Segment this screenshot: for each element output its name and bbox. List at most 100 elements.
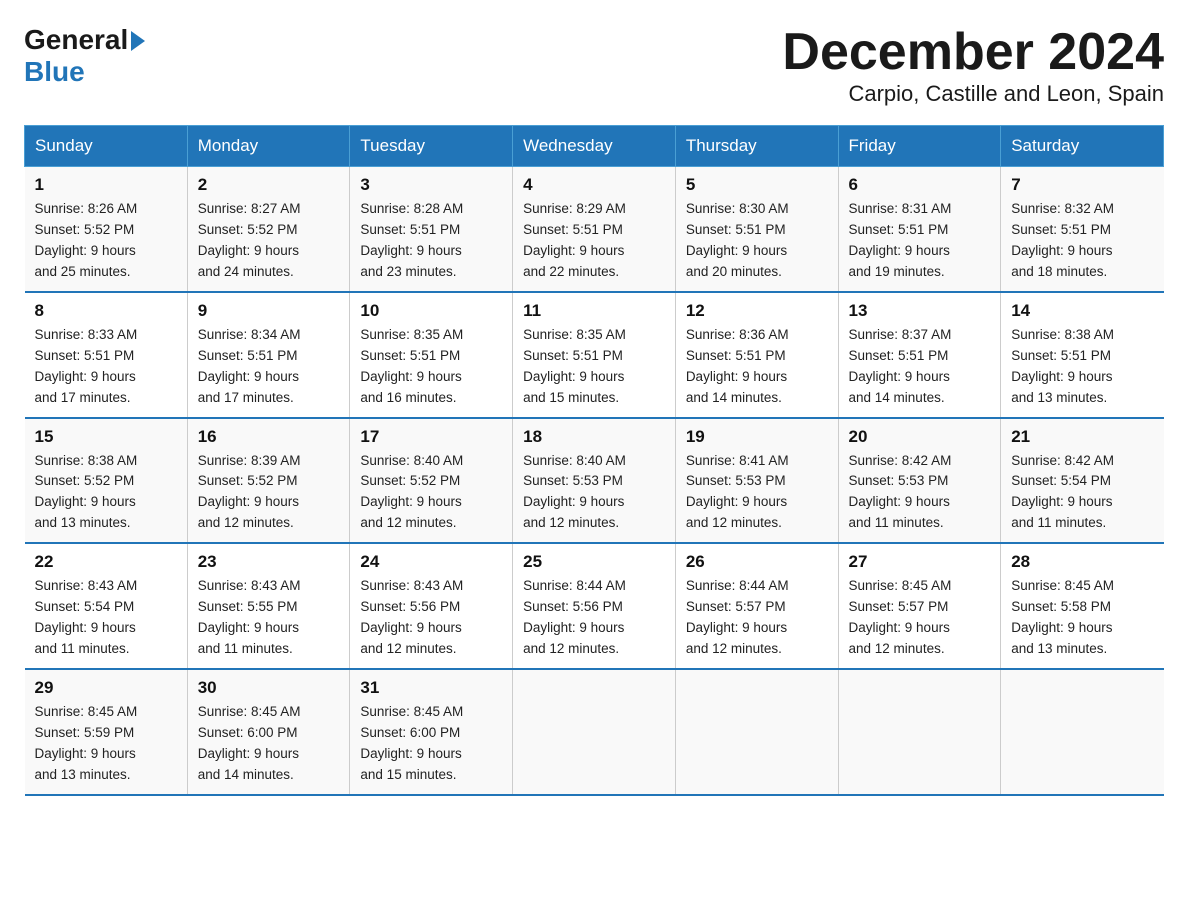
- calendar-day-cell: 12 Sunrise: 8:36 AMSunset: 5:51 PMDayligh…: [675, 292, 838, 418]
- calendar-day-cell: 7 Sunrise: 8:32 AMSunset: 5:51 PMDaylight…: [1001, 167, 1164, 292]
- day-number: 20: [849, 427, 991, 447]
- calendar-day-cell: 27 Sunrise: 8:45 AMSunset: 5:57 PMDayligh…: [838, 543, 1001, 669]
- day-info: Sunrise: 8:40 AMSunset: 5:52 PMDaylight:…: [360, 451, 502, 535]
- day-info: Sunrise: 8:37 AMSunset: 5:51 PMDaylight:…: [849, 325, 991, 409]
- calendar-day-cell: 2Sunrise: 8:27 AMSunset: 5:52 PMDaylight…: [187, 167, 350, 292]
- day-info: Sunrise: 8:41 AMSunset: 5:53 PMDaylight:…: [686, 451, 828, 535]
- calendar-day-cell: 10 Sunrise: 8:35 AMSunset: 5:51 PMDayligh…: [350, 292, 513, 418]
- calendar-header-row: SundayMondayTuesdayWednesdayThursdayFrid…: [25, 126, 1164, 167]
- calendar-week-row: 29Sunrise: 8:45 AMSunset: 5:59 PMDayligh…: [25, 669, 1164, 795]
- calendar-day-cell: [1001, 669, 1164, 795]
- calendar-day-cell: 14 Sunrise: 8:38 AMSunset: 5:51 PMDayligh…: [1001, 292, 1164, 418]
- page-header: General Blue December 2024 Carpio, Casti…: [24, 24, 1164, 107]
- day-info: Sunrise: 8:42 AMSunset: 5:53 PMDaylight:…: [849, 451, 991, 535]
- day-number: 19: [686, 427, 828, 447]
- day-info: Sunrise: 8:36 AMSunset: 5:51 PMDaylight:…: [686, 325, 828, 409]
- calendar-week-row: 1 Sunrise: 8:26 AMSunset: 5:52 PMDaylight…: [25, 167, 1164, 292]
- day-number: 5: [686, 175, 828, 195]
- day-number: 23: [198, 552, 340, 572]
- calendar-day-cell: 21 Sunrise: 8:42 AMSunset: 5:54 PMDayligh…: [1001, 418, 1164, 544]
- day-info: Sunrise: 8:29 AMSunset: 5:51 PMDaylight:…: [523, 199, 665, 283]
- day-info: Sunrise: 8:34 AMSunset: 5:51 PMDaylight:…: [198, 325, 340, 409]
- page-subtitle: Carpio, Castille and Leon, Spain: [782, 81, 1164, 107]
- calendar-day-cell: 11 Sunrise: 8:35 AMSunset: 5:51 PMDayligh…: [513, 292, 676, 418]
- weekday-header: Thursday: [675, 126, 838, 167]
- day-number: 4: [523, 175, 665, 195]
- day-info: Sunrise: 8:28 AMSunset: 5:51 PMDaylight:…: [360, 199, 502, 283]
- calendar-day-cell: 15Sunrise: 8:38 AMSunset: 5:52 PMDayligh…: [25, 418, 188, 544]
- day-number: 7: [1011, 175, 1153, 195]
- calendar-day-cell: 29Sunrise: 8:45 AMSunset: 5:59 PMDayligh…: [25, 669, 188, 795]
- day-info: Sunrise: 8:45 AMSunset: 5:58 PMDaylight:…: [1011, 576, 1153, 660]
- day-info: Sunrise: 8:32 AMSunset: 5:51 PMDaylight:…: [1011, 199, 1153, 283]
- logo: General Blue: [24, 24, 145, 88]
- day-info: Sunrise: 8:31 AMSunset: 5:51 PMDaylight:…: [849, 199, 991, 283]
- day-number: 9: [198, 301, 340, 321]
- calendar-day-cell: 28 Sunrise: 8:45 AMSunset: 5:58 PMDayligh…: [1001, 543, 1164, 669]
- day-info: Sunrise: 8:45 AMSunset: 6:00 PMDaylight:…: [198, 702, 340, 786]
- day-info: Sunrise: 8:30 AMSunset: 5:51 PMDaylight:…: [686, 199, 828, 283]
- day-number: 3: [360, 175, 502, 195]
- calendar-week-row: 15Sunrise: 8:38 AMSunset: 5:52 PMDayligh…: [25, 418, 1164, 544]
- day-info: Sunrise: 8:42 AMSunset: 5:54 PMDaylight:…: [1011, 451, 1153, 535]
- calendar-day-cell: 13Sunrise: 8:37 AMSunset: 5:51 PMDayligh…: [838, 292, 1001, 418]
- calendar-day-cell: 22Sunrise: 8:43 AMSunset: 5:54 PMDayligh…: [25, 543, 188, 669]
- day-info: Sunrise: 8:27 AMSunset: 5:52 PMDaylight:…: [198, 199, 340, 283]
- calendar-day-cell: 5 Sunrise: 8:30 AMSunset: 5:51 PMDaylight…: [675, 167, 838, 292]
- page-title: December 2024: [782, 24, 1164, 81]
- day-number: 11: [523, 301, 665, 321]
- calendar-table: SundayMondayTuesdayWednesdayThursdayFrid…: [24, 125, 1164, 795]
- calendar-day-cell: [838, 669, 1001, 795]
- day-info: Sunrise: 8:35 AMSunset: 5:51 PMDaylight:…: [360, 325, 502, 409]
- day-number: 17: [360, 427, 502, 447]
- day-info: Sunrise: 8:35 AMSunset: 5:51 PMDaylight:…: [523, 325, 665, 409]
- calendar-week-row: 22Sunrise: 8:43 AMSunset: 5:54 PMDayligh…: [25, 543, 1164, 669]
- logo-general-text: General: [24, 24, 128, 56]
- calendar-day-cell: [513, 669, 676, 795]
- day-number: 21: [1011, 427, 1153, 447]
- day-info: Sunrise: 8:40 AMSunset: 5:53 PMDaylight:…: [523, 451, 665, 535]
- day-info: Sunrise: 8:26 AMSunset: 5:52 PMDaylight:…: [35, 199, 177, 283]
- day-number: 22: [35, 552, 177, 572]
- day-info: Sunrise: 8:39 AMSunset: 5:52 PMDaylight:…: [198, 451, 340, 535]
- day-number: 6: [849, 175, 991, 195]
- calendar-day-cell: 4 Sunrise: 8:29 AMSunset: 5:51 PMDaylight…: [513, 167, 676, 292]
- calendar-day-cell: 20 Sunrise: 8:42 AMSunset: 5:53 PMDayligh…: [838, 418, 1001, 544]
- calendar-day-cell: 23 Sunrise: 8:43 AMSunset: 5:55 PMDayligh…: [187, 543, 350, 669]
- calendar-day-cell: 26Sunrise: 8:44 AMSunset: 5:57 PMDayligh…: [675, 543, 838, 669]
- day-number: 12: [686, 301, 828, 321]
- day-number: 28: [1011, 552, 1153, 572]
- weekday-header: Sunday: [25, 126, 188, 167]
- day-number: 27: [849, 552, 991, 572]
- weekday-header: Tuesday: [350, 126, 513, 167]
- calendar-day-cell: 8Sunrise: 8:33 AMSunset: 5:51 PMDaylight…: [25, 292, 188, 418]
- calendar-week-row: 8Sunrise: 8:33 AMSunset: 5:51 PMDaylight…: [25, 292, 1164, 418]
- day-info: Sunrise: 8:45 AMSunset: 5:57 PMDaylight:…: [849, 576, 991, 660]
- calendar-day-cell: 3 Sunrise: 8:28 AMSunset: 5:51 PMDaylight…: [350, 167, 513, 292]
- calendar-day-cell: 1 Sunrise: 8:26 AMSunset: 5:52 PMDaylight…: [25, 167, 188, 292]
- day-info: Sunrise: 8:45 AMSunset: 5:59 PMDaylight:…: [35, 702, 177, 786]
- day-info: Sunrise: 8:38 AMSunset: 5:52 PMDaylight:…: [35, 451, 177, 535]
- calendar-day-cell: 16 Sunrise: 8:39 AMSunset: 5:52 PMDayligh…: [187, 418, 350, 544]
- calendar-day-cell: 19 Sunrise: 8:41 AMSunset: 5:53 PMDayligh…: [675, 418, 838, 544]
- day-number: 30: [198, 678, 340, 698]
- calendar-day-cell: 30 Sunrise: 8:45 AMSunset: 6:00 PMDayligh…: [187, 669, 350, 795]
- day-number: 31: [360, 678, 502, 698]
- day-number: 8: [35, 301, 177, 321]
- day-number: 18: [523, 427, 665, 447]
- day-info: Sunrise: 8:38 AMSunset: 5:51 PMDaylight:…: [1011, 325, 1153, 409]
- calendar-day-cell: 17 Sunrise: 8:40 AMSunset: 5:52 PMDayligh…: [350, 418, 513, 544]
- day-number: 10: [360, 301, 502, 321]
- day-number: 16: [198, 427, 340, 447]
- day-number: 26: [686, 552, 828, 572]
- calendar-day-cell: 24Sunrise: 8:43 AMSunset: 5:56 PMDayligh…: [350, 543, 513, 669]
- weekday-header: Monday: [187, 126, 350, 167]
- day-number: 25: [523, 552, 665, 572]
- calendar-day-cell: 18 Sunrise: 8:40 AMSunset: 5:53 PMDayligh…: [513, 418, 676, 544]
- calendar-day-cell: 31Sunrise: 8:45 AMSunset: 6:00 PMDayligh…: [350, 669, 513, 795]
- calendar-day-cell: 9 Sunrise: 8:34 AMSunset: 5:51 PMDaylight…: [187, 292, 350, 418]
- day-number: 1: [35, 175, 177, 195]
- day-info: Sunrise: 8:43 AMSunset: 5:56 PMDaylight:…: [360, 576, 502, 660]
- day-info: Sunrise: 8:43 AMSunset: 5:55 PMDaylight:…: [198, 576, 340, 660]
- day-number: 14: [1011, 301, 1153, 321]
